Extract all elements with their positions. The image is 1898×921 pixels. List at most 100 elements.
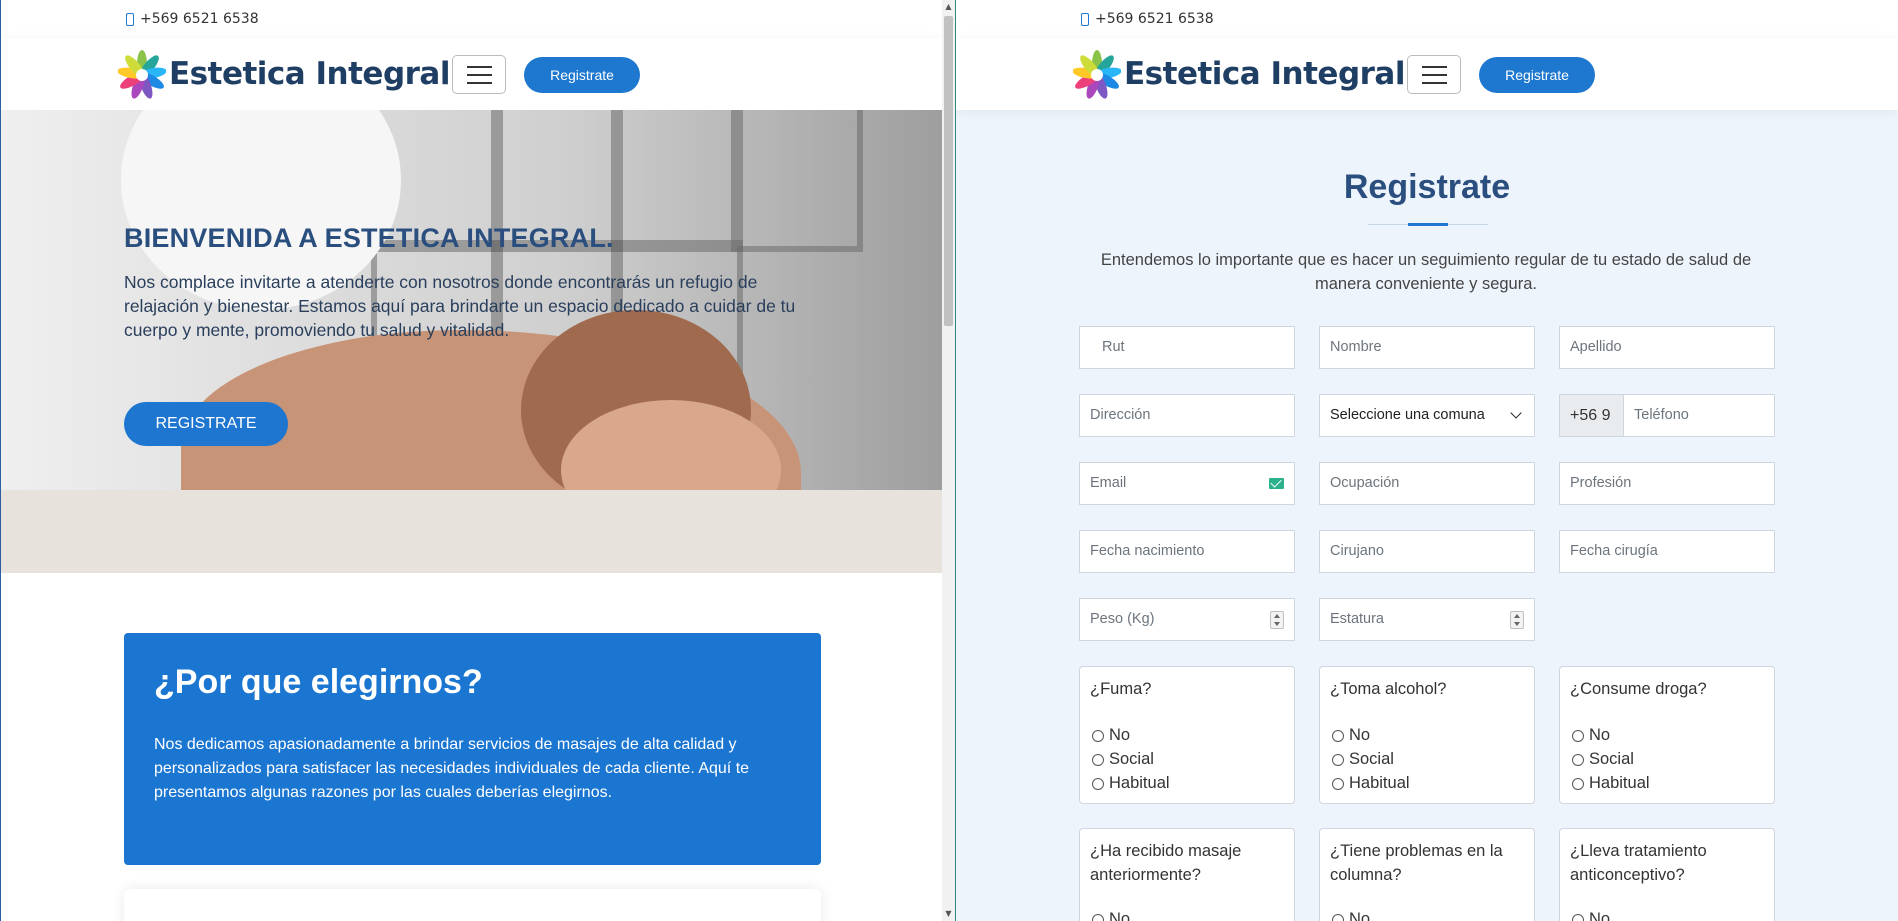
menu-toggle-button[interactable] [452, 55, 506, 94]
direccion-field[interactable]: Dirección [1079, 394, 1295, 437]
hamburger-icon [1422, 66, 1447, 68]
question-label: ¿Consume droga? [1570, 680, 1707, 698]
hero-register-button[interactable]: REGISTRATE [124, 402, 288, 446]
question-label: ¿Ha recibido masaje anteriormente? [1090, 842, 1242, 884]
radio-option[interactable]: Social [1092, 750, 1154, 769]
hamburger-icon-bar [467, 74, 492, 76]
apellido-placeholder: Apellido [1570, 339, 1622, 355]
peso-placeholder: Peso (Kg) [1090, 611, 1155, 627]
brand-logo[interactable]: Estetica Integral [1073, 47, 1405, 101]
telefono-group: +56 9 Teléfono [1559, 394, 1775, 437]
fecha-nacimiento-field[interactable]: Fecha nacimiento [1079, 530, 1295, 573]
title-divider-accent [1408, 223, 1448, 226]
flower-logo-icon [118, 50, 166, 99]
radio-label: Habitual [1589, 774, 1650, 792]
apellido-field[interactable]: Apellido [1559, 326, 1775, 369]
hero-heading: BIENVENIDA A ESTETICA INTEGRAL. [124, 223, 614, 253]
hamburger-icon-bar [1422, 82, 1447, 84]
radio-option[interactable]: Social [1572, 750, 1634, 769]
radio-label: No [1109, 726, 1131, 744]
phone-prefix: +56 9 [1560, 395, 1624, 436]
radio-icon[interactable] [1092, 913, 1104, 921]
register-button[interactable]: Registrate [1479, 57, 1595, 93]
question-alcohol: ¿Toma alcohol? No Social Habitual [1319, 666, 1535, 804]
radio-icon[interactable] [1332, 913, 1344, 921]
question-fuma: ¿Fuma? No Social Habitual [1079, 666, 1295, 804]
scroll-down-icon[interactable]: ▼ [942, 907, 955, 921]
radio-option[interactable]: Social [1332, 750, 1394, 769]
comuna-selected: Seleccione una comuna [1330, 407, 1485, 423]
left-pane-scrollbar[interactable]: ▲ ▼ [942, 0, 955, 921]
email-field[interactable]: Email [1079, 462, 1295, 505]
peso-field[interactable]: Peso (Kg) [1079, 598, 1295, 641]
hamburger-icon-bar [1422, 74, 1447, 76]
radio-option[interactable]: Habitual [1092, 774, 1170, 793]
register-button[interactable]: Registrate [524, 57, 640, 93]
radio-icon[interactable] [1332, 777, 1344, 790]
mobile-phone-icon [1081, 12, 1089, 26]
ocupacion-field[interactable]: Ocupación [1319, 462, 1535, 505]
radio-label: Habitual [1109, 774, 1170, 792]
hamburger-icon-bar [467, 82, 492, 84]
register-subtitle: Entendemos lo importante que es hacer un… [1100, 251, 1752, 293]
radio-label: Social [1589, 750, 1634, 768]
profesion-placeholder: Profesión [1570, 475, 1632, 491]
top-bar: +569 6521 6538 [956, 0, 1898, 38]
ocupacion-placeholder: Ocupación [1330, 475, 1400, 491]
phone-number: +569 6521 6538 [1095, 11, 1214, 27]
radio-icon[interactable] [1572, 913, 1584, 921]
email-autofill-icon[interactable] [1269, 478, 1284, 489]
radio-label: No [1589, 726, 1611, 744]
question-masaje: ¿Ha recibido masaje anteriormente? No [1079, 828, 1295, 921]
radio-option[interactable]: No [1092, 726, 1130, 745]
flower-logo-icon [1073, 50, 1121, 99]
telefono-field[interactable]: Teléfono [1634, 407, 1689, 423]
radio-icon[interactable] [1572, 777, 1584, 790]
scrollbar-thumb[interactable] [944, 16, 953, 326]
radio-icon[interactable] [1092, 729, 1104, 742]
hero-bg-window [611, 110, 743, 252]
question-label: ¿Fuma? [1090, 680, 1152, 698]
estatura-field[interactable]: Estatura [1319, 598, 1535, 641]
radio-icon[interactable] [1572, 753, 1584, 766]
radio-option[interactable]: Habitual [1332, 774, 1410, 793]
radio-option[interactable]: No [1332, 726, 1370, 745]
radio-icon[interactable] [1092, 753, 1104, 766]
profesion-field[interactable]: Profesión [1559, 462, 1775, 505]
why-text: Nos dedicamos apasionadamente a brindar … [154, 736, 750, 801]
number-spinner-icon[interactable] [1510, 611, 1524, 629]
next-card [124, 889, 821, 921]
nombre-field[interactable]: Nombre [1319, 326, 1535, 369]
topbar-phone[interactable]: +569 6521 6538 [126, 11, 259, 27]
cirujano-field[interactable]: Cirujano [1319, 530, 1535, 573]
scroll-up-icon[interactable]: ▲ [942, 0, 955, 14]
fecha-cirugia-field[interactable]: Fecha cirugía [1559, 530, 1775, 573]
hero-bg-table [1, 490, 942, 573]
radio-option[interactable]: No [1572, 910, 1610, 921]
navbar: Estetica Integral Registrate [956, 38, 1898, 110]
radio-icon[interactable] [1572, 729, 1584, 742]
number-spinner-icon[interactable] [1270, 611, 1284, 629]
comuna-select[interactable]: Seleccione una comuna [1319, 394, 1535, 437]
chevron-down-icon [1510, 407, 1522, 419]
topbar-phone[interactable]: +569 6521 6538 [1081, 11, 1214, 27]
radio-icon[interactable] [1092, 777, 1104, 790]
radio-option[interactable]: No [1092, 910, 1130, 921]
why-choose-us-card: ¿Por que elegirnos? Nos dedicamos apasio… [124, 633, 821, 865]
radio-label: Social [1349, 750, 1394, 768]
radio-option[interactable]: No [1572, 726, 1610, 745]
brand-logo[interactable]: Estetica Integral [118, 47, 450, 101]
radio-label: No [1349, 910, 1371, 921]
radio-option[interactable]: Habitual [1572, 774, 1650, 793]
question-label: ¿Lleva tratamiento anticonceptivo? [1570, 842, 1707, 884]
fecha-cirugia-placeholder: Fecha cirugía [1570, 543, 1658, 559]
menu-toggle-button[interactable] [1407, 55, 1461, 94]
brand-name: Estetica Integral [1124, 56, 1405, 92]
question-label: ¿Tiene problemas en la columna? [1330, 842, 1503, 884]
radio-icon[interactable] [1332, 753, 1344, 766]
rut-field[interactable]: Rut [1079, 326, 1295, 369]
radio-icon[interactable] [1332, 729, 1344, 742]
estatura-placeholder: Estatura [1330, 611, 1384, 627]
radio-option[interactable]: No [1332, 910, 1370, 921]
radio-label: No [1589, 910, 1611, 921]
